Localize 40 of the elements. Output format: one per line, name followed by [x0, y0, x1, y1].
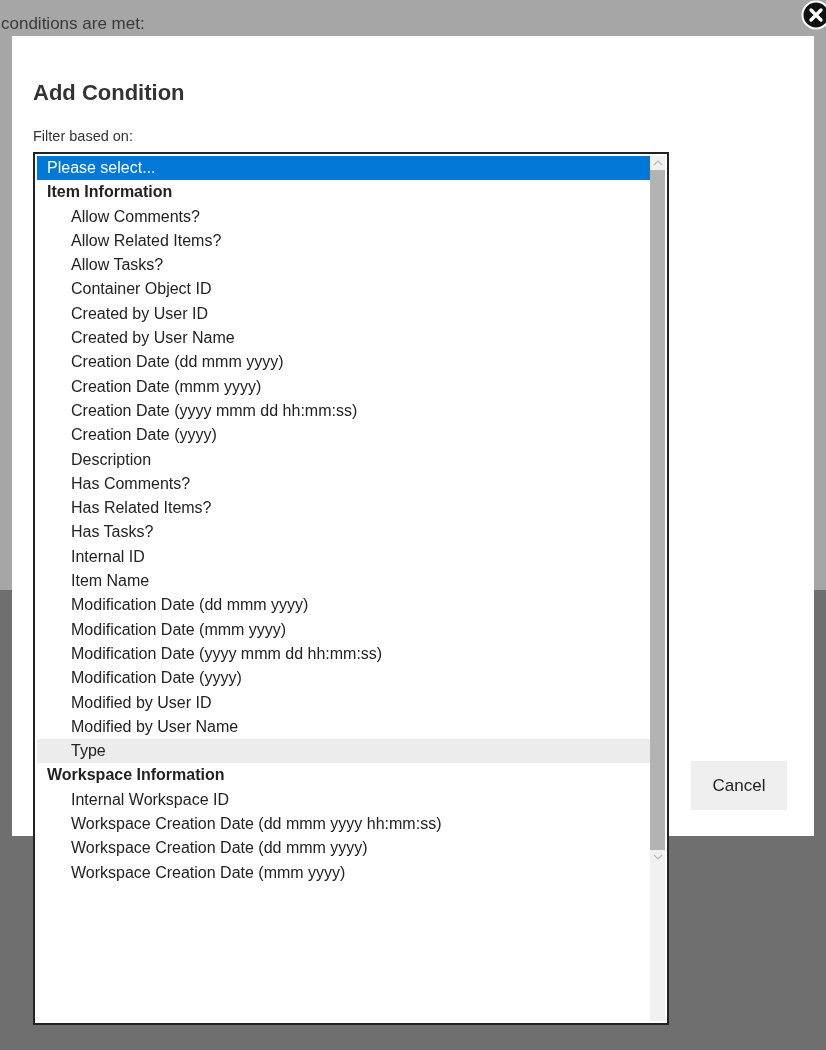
list-option[interactable]: Modification Date (yyyy) — [37, 666, 650, 691]
list-option[interactable]: Creation Date (dd mmm yyyy) — [37, 350, 650, 375]
list-option[interactable]: Created by User Name — [37, 326, 650, 351]
list-option[interactable]: Allow Related Items? — [37, 228, 650, 254]
scroll-up-icon[interactable] — [652, 160, 663, 166]
list-option[interactable]: Internal ID — [37, 544, 650, 570]
cancel-button[interactable]: Cancel — [691, 761, 787, 810]
list-option[interactable]: Type — [37, 739, 650, 764]
list-option[interactable]: Description — [37, 447, 650, 472]
list-option[interactable]: Container Object ID — [37, 277, 650, 302]
dialog-title: Add Condition — [33, 80, 186, 106]
list-option[interactable]: Modification Date (dd mmm yyyy) — [37, 593, 650, 618]
list-option[interactable]: Workspace Creation Date (dd mmm yyyy hh:mm:ss) — [37, 812, 650, 837]
filter-label: Filter based on: — [33, 128, 134, 144]
list-option[interactable]: Allow Comments? — [37, 204, 650, 229]
background-text: conditions are met: — [1, 14, 145, 34]
listbox[interactable] — [33, 152, 669, 1025]
list-option[interactable]: Workspace Creation Date (dd mmm yyyy) — [37, 836, 650, 861]
list-option[interactable]: Modified by User ID — [37, 690, 650, 715]
list-option[interactable]: Please select... — [37, 156, 650, 181]
list-option[interactable]: Creation Date (mmm yyyy) — [37, 374, 650, 399]
list-option[interactable]: Internal Workspace ID — [37, 787, 650, 812]
option-group-label: Item Information — [46, 182, 174, 203]
list-option[interactable]: Creation Date (yyyy) — [37, 423, 650, 448]
list-option[interactable]: Workspace Creation Date (mmm yyyy) — [37, 860, 650, 885]
scroll-down-icon[interactable] — [652, 854, 663, 860]
option-group-label: Workspace Information — [46, 765, 226, 786]
list-option[interactable]: Has Tasks? — [37, 520, 650, 545]
list-option[interactable]: Created by User ID — [37, 301, 650, 327]
close-icon[interactable] — [801, 0, 826, 30]
list-option[interactable]: Modification Date (mmm yyyy) — [37, 617, 650, 642]
list-option[interactable]: Creation Date (yyyy mmm dd hh:mm:ss) — [37, 398, 650, 424]
list-option[interactable]: Has Related Items? — [37, 496, 650, 521]
list-option[interactable]: Item Name — [37, 569, 650, 594]
scrollbar-thumb[interactable] — [650, 170, 665, 850]
scrollbar[interactable] — [650, 156, 665, 1021]
list-option[interactable]: Modification Date (yyyy mmm dd hh:mm:ss) — [37, 641, 650, 667]
list-option[interactable]: Allow Tasks? — [37, 253, 650, 278]
list-option[interactable]: Modified by User Name — [37, 714, 650, 740]
list-option[interactable]: Has Comments? — [37, 471, 650, 497]
